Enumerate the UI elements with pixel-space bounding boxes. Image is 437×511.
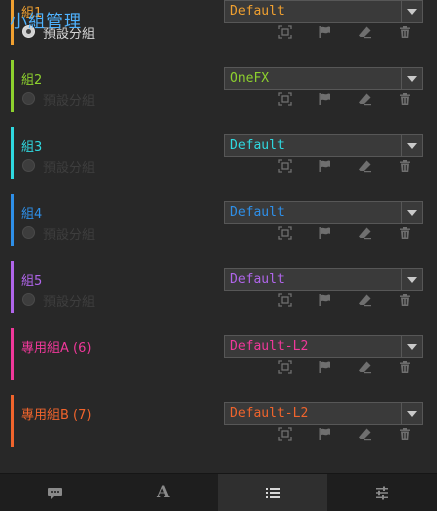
- eraser-icon[interactable]: [358, 360, 372, 374]
- eraser-icon[interactable]: [358, 25, 372, 39]
- chevron-down-icon[interactable]: [401, 336, 422, 357]
- default-group-radio[interactable]: [22, 92, 35, 105]
- group-row: 組5 Default 預設分組: [0, 256, 437, 318]
- fit-to-view-icon[interactable]: [278, 360, 292, 374]
- fit-to-view-icon[interactable]: [278, 226, 292, 240]
- chat-icon: [47, 485, 63, 501]
- preset-value: Default-L2: [230, 406, 309, 421]
- group-color-stripe: [11, 60, 14, 112]
- flag-icon[interactable]: [318, 293, 332, 307]
- panel-title: 小組管理: [10, 12, 82, 32]
- trash-icon[interactable]: [398, 360, 412, 374]
- group-row: 專用組B (7) Default-L2: [0, 390, 437, 452]
- tab-font[interactable]: A: [109, 474, 218, 511]
- group-row: 組4 Default 預設分組: [0, 189, 437, 251]
- fit-to-view-icon[interactable]: [278, 427, 292, 441]
- chevron-down-icon[interactable]: [401, 135, 422, 156]
- preset-dropdown[interactable]: Default-L2: [224, 402, 423, 425]
- flag-icon[interactable]: [318, 427, 332, 441]
- flag-icon[interactable]: [318, 92, 332, 106]
- tab-chat[interactable]: [0, 474, 109, 511]
- group-name: 組3: [21, 140, 43, 155]
- fit-to-view-icon[interactable]: [278, 92, 292, 106]
- trash-icon[interactable]: [398, 427, 412, 441]
- trash-icon[interactable]: [398, 226, 412, 240]
- default-group-radio[interactable]: [22, 159, 35, 172]
- preset-dropdown[interactable]: Default: [224, 134, 423, 157]
- group-management-panel: 小組管理 組1 Default 預設分組 組2 OneFX 預設分組 組3 Defa…: [0, 0, 437, 473]
- group-color-stripe: [11, 194, 14, 246]
- flag-icon[interactable]: [318, 226, 332, 240]
- group-name: 專用組B (7): [21, 408, 92, 423]
- group-row: 組2 OneFX 預設分組: [0, 55, 437, 117]
- flag-icon[interactable]: [318, 25, 332, 39]
- default-group-label: 預設分組: [43, 161, 96, 176]
- trash-icon[interactable]: [398, 159, 412, 173]
- group-name: 專用組A (6): [21, 341, 92, 356]
- group-name: 組5: [21, 274, 43, 289]
- group-color-stripe: [11, 328, 14, 380]
- fit-to-view-icon[interactable]: [278, 25, 292, 39]
- preset-value: OneFX: [230, 71, 270, 86]
- trash-icon[interactable]: [398, 25, 412, 39]
- chevron-down-icon[interactable]: [401, 202, 422, 223]
- tab-list[interactable]: [218, 474, 327, 511]
- group-name: 組4: [21, 207, 43, 222]
- flag-icon[interactable]: [318, 159, 332, 173]
- tab-settings[interactable]: [327, 474, 437, 511]
- preset-dropdown[interactable]: OneFX: [224, 67, 423, 90]
- chevron-down-icon[interactable]: [401, 403, 422, 424]
- default-group-label: 預設分組: [43, 228, 96, 243]
- eraser-icon[interactable]: [358, 159, 372, 173]
- eraser-icon[interactable]: [358, 226, 372, 240]
- list-icon: [265, 485, 281, 501]
- chevron-down-icon[interactable]: [401, 1, 422, 22]
- preset-dropdown[interactable]: Default: [224, 201, 423, 224]
- chevron-down-icon[interactable]: [401, 269, 422, 290]
- group-name: 組2: [21, 73, 43, 88]
- fit-to-view-icon[interactable]: [278, 293, 292, 307]
- group-row: 組3 Default 預設分組: [0, 122, 437, 184]
- font-icon: A: [157, 482, 170, 501]
- group-row: 專用組A (6) Default-L2: [0, 323, 437, 385]
- default-group-radio[interactable]: [22, 293, 35, 306]
- default-group-radio[interactable]: [22, 226, 35, 239]
- flag-icon[interactable]: [318, 360, 332, 374]
- eraser-icon[interactable]: [358, 293, 372, 307]
- preset-dropdown[interactable]: Default-L2: [224, 335, 423, 358]
- default-group-label: 預設分組: [43, 295, 96, 310]
- trash-icon[interactable]: [398, 293, 412, 307]
- sliders-icon: [374, 485, 390, 501]
- bottom-tab-bar: A: [0, 473, 437, 511]
- eraser-icon[interactable]: [358, 427, 372, 441]
- group-color-stripe: [11, 127, 14, 179]
- preset-value: Default: [230, 272, 285, 287]
- eraser-icon[interactable]: [358, 92, 372, 106]
- preset-value: Default: [230, 4, 285, 19]
- default-group-label: 預設分組: [43, 94, 96, 109]
- preset-dropdown[interactable]: Default: [224, 0, 423, 23]
- fit-to-view-icon[interactable]: [278, 159, 292, 173]
- preset-value: Default: [230, 138, 285, 153]
- preset-value: Default-L2: [230, 339, 309, 354]
- group-color-stripe: [11, 395, 14, 447]
- preset-dropdown[interactable]: Default: [224, 268, 423, 291]
- group-color-stripe: [11, 261, 14, 313]
- trash-icon[interactable]: [398, 92, 412, 106]
- preset-value: Default: [230, 205, 285, 220]
- chevron-down-icon[interactable]: [401, 68, 422, 89]
